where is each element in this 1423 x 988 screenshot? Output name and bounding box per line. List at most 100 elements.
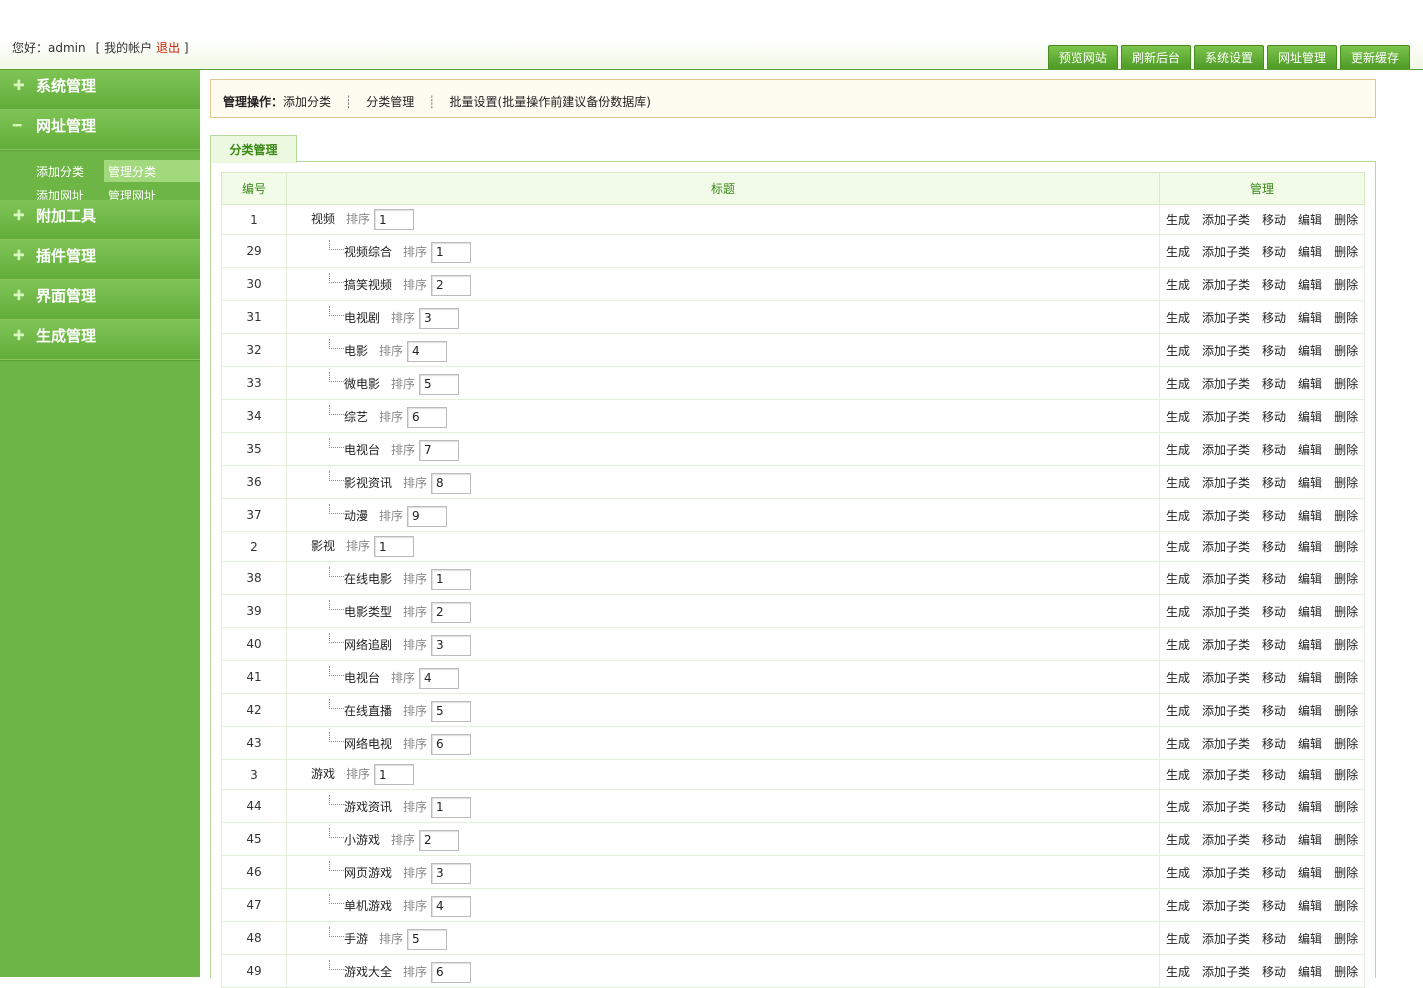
move-link[interactable]: 移动 xyxy=(1262,344,1286,358)
delete-link[interactable]: 删除 xyxy=(1334,443,1358,457)
generate-link[interactable]: 生成 xyxy=(1166,410,1190,424)
submenu-manage-category[interactable]: 管理分类 xyxy=(106,160,178,182)
edit-link[interactable]: 编辑 xyxy=(1298,965,1322,979)
edit-link[interactable]: 编辑 xyxy=(1298,605,1322,619)
add-subcategory-link[interactable]: 添加子类 xyxy=(1202,410,1250,424)
move-link[interactable]: 移动 xyxy=(1262,866,1286,880)
delete-link[interactable]: 删除 xyxy=(1334,605,1358,619)
add-subcategory-link[interactable]: 添加子类 xyxy=(1202,540,1250,554)
sort-order-input[interactable] xyxy=(431,961,472,983)
move-link[interactable]: 移动 xyxy=(1262,377,1286,391)
move-link[interactable]: 移动 xyxy=(1262,671,1286,685)
delete-link[interactable]: 删除 xyxy=(1334,311,1358,325)
delete-link[interactable]: 删除 xyxy=(1334,278,1358,292)
sort-order-input[interactable] xyxy=(431,733,472,755)
generate-link[interactable]: 生成 xyxy=(1166,800,1190,814)
op-add-category-link[interactable]: 添加分类 xyxy=(283,95,331,109)
generate-link[interactable]: 生成 xyxy=(1166,377,1190,391)
sort-order-input[interactable] xyxy=(407,406,448,428)
logout-link[interactable]: 退出 xyxy=(156,41,180,55)
sort-order-input[interactable] xyxy=(431,472,472,494)
sort-order-input[interactable] xyxy=(407,340,448,362)
generate-link[interactable]: 生成 xyxy=(1166,443,1190,457)
add-subcategory-link[interactable]: 添加子类 xyxy=(1202,899,1250,913)
move-link[interactable]: 移动 xyxy=(1262,800,1286,814)
generate-link[interactable]: 生成 xyxy=(1166,899,1190,913)
edit-link[interactable]: 编辑 xyxy=(1298,344,1322,358)
sort-order-input[interactable] xyxy=(374,764,415,785)
menu-generate-management[interactable]: ✚ 生成管理 xyxy=(0,320,200,360)
move-link[interactable]: 移动 xyxy=(1262,572,1286,586)
move-link[interactable]: 移动 xyxy=(1262,410,1286,424)
op-category-management-link[interactable]: 分类管理 xyxy=(366,95,414,109)
move-link[interactable]: 移动 xyxy=(1262,737,1286,751)
sort-order-input[interactable] xyxy=(419,307,460,329)
add-subcategory-link[interactable]: 添加子类 xyxy=(1202,671,1250,685)
add-subcategory-link[interactable]: 添加子类 xyxy=(1202,443,1250,457)
delete-link[interactable]: 删除 xyxy=(1334,410,1358,424)
add-subcategory-link[interactable]: 添加子类 xyxy=(1202,737,1250,751)
move-link[interactable]: 移动 xyxy=(1262,899,1286,913)
sort-order-input[interactable] xyxy=(419,373,460,395)
op-batch-settings-link[interactable]: 批量设置(批量操作前建议备份数据库) xyxy=(450,95,651,109)
move-link[interactable]: 移动 xyxy=(1262,768,1286,782)
edit-link[interactable]: 编辑 xyxy=(1298,737,1322,751)
generate-link[interactable]: 生成 xyxy=(1166,605,1190,619)
edit-link[interactable]: 编辑 xyxy=(1298,540,1322,554)
my-account-link[interactable]: 我的帐户 xyxy=(104,41,152,55)
move-link[interactable]: 移动 xyxy=(1262,311,1286,325)
move-link[interactable]: 移动 xyxy=(1262,605,1286,619)
delete-link[interactable]: 删除 xyxy=(1334,638,1358,652)
sort-order-input[interactable] xyxy=(431,796,472,818)
delete-link[interactable]: 删除 xyxy=(1334,800,1358,814)
sort-order-input[interactable] xyxy=(431,601,472,623)
edit-link[interactable]: 编辑 xyxy=(1298,704,1322,718)
edit-link[interactable]: 编辑 xyxy=(1298,866,1322,880)
edit-link[interactable]: 编辑 xyxy=(1298,638,1322,652)
sort-order-input[interactable] xyxy=(431,634,472,656)
generate-link[interactable]: 生成 xyxy=(1166,213,1190,227)
sort-order-input[interactable] xyxy=(431,241,472,263)
add-subcategory-link[interactable]: 添加子类 xyxy=(1202,965,1250,979)
delete-link[interactable]: 删除 xyxy=(1334,965,1358,979)
sort-order-input[interactable] xyxy=(407,505,448,527)
edit-link[interactable]: 编辑 xyxy=(1298,899,1322,913)
add-subcategory-link[interactable]: 添加子类 xyxy=(1202,311,1250,325)
move-link[interactable]: 移动 xyxy=(1262,965,1286,979)
add-subcategory-link[interactable]: 添加子类 xyxy=(1202,932,1250,946)
move-link[interactable]: 移动 xyxy=(1262,833,1286,847)
edit-link[interactable]: 编辑 xyxy=(1298,476,1322,490)
generate-link[interactable]: 生成 xyxy=(1166,344,1190,358)
menu-plugin-management[interactable]: ✚ 插件管理 xyxy=(0,240,200,280)
delete-link[interactable]: 删除 xyxy=(1334,866,1358,880)
generate-link[interactable]: 生成 xyxy=(1166,311,1190,325)
sort-order-input[interactable] xyxy=(431,895,472,917)
move-link[interactable]: 移动 xyxy=(1262,509,1286,523)
delete-link[interactable]: 删除 xyxy=(1334,377,1358,391)
delete-link[interactable]: 删除 xyxy=(1334,671,1358,685)
generate-link[interactable]: 生成 xyxy=(1166,833,1190,847)
add-subcategory-link[interactable]: 添加子类 xyxy=(1202,377,1250,391)
add-subcategory-link[interactable]: 添加子类 xyxy=(1202,344,1250,358)
delete-link[interactable]: 删除 xyxy=(1334,476,1358,490)
menu-system-management[interactable]: ✚ 系统管理 xyxy=(0,70,200,110)
edit-link[interactable]: 编辑 xyxy=(1298,768,1322,782)
move-link[interactable]: 移动 xyxy=(1262,213,1286,227)
sort-order-input[interactable] xyxy=(431,700,472,722)
delete-link[interactable]: 删除 xyxy=(1334,932,1358,946)
preview-site-button[interactable]: 预览网站 xyxy=(1047,45,1118,69)
add-subcategory-link[interactable]: 添加子类 xyxy=(1202,800,1250,814)
delete-link[interactable]: 删除 xyxy=(1334,245,1358,259)
add-subcategory-link[interactable]: 添加子类 xyxy=(1202,213,1250,227)
edit-link[interactable]: 编辑 xyxy=(1298,245,1322,259)
move-link[interactable]: 移动 xyxy=(1262,540,1286,554)
generate-link[interactable]: 生成 xyxy=(1166,509,1190,523)
update-cache-button[interactable]: 更新缓存 xyxy=(1339,45,1410,69)
sort-order-input[interactable] xyxy=(419,667,460,689)
generate-link[interactable]: 生成 xyxy=(1166,866,1190,880)
menu-interface-management[interactable]: ✚ 界面管理 xyxy=(0,280,200,320)
move-link[interactable]: 移动 xyxy=(1262,704,1286,718)
edit-link[interactable]: 编辑 xyxy=(1298,509,1322,523)
submenu-add-category[interactable]: 添加分类 xyxy=(34,160,106,182)
delete-link[interactable]: 删除 xyxy=(1334,213,1358,227)
